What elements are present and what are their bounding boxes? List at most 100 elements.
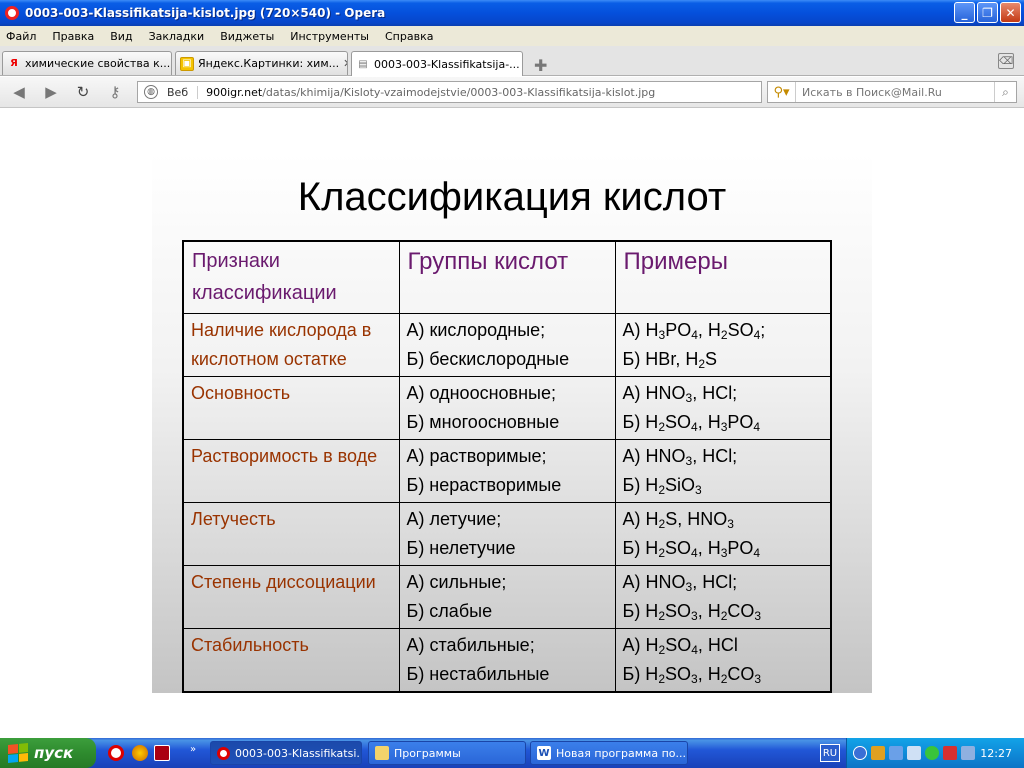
feature-cell: Летучесть	[182, 501, 400, 566]
table-row: Растворимость в воде А) растворимые; Б) н…	[182, 438, 832, 503]
close-button[interactable]: ✕	[1000, 2, 1021, 23]
window-controls: _ ❐ ✕	[954, 2, 1021, 23]
task-label: Программы	[394, 746, 461, 760]
group-a: А) стабильные;	[406, 634, 535, 655]
language-indicator[interactable]: RU	[820, 744, 840, 762]
search-input[interactable]	[802, 85, 987, 99]
task-word-document[interactable]: W Новая программа по...	[530, 741, 688, 765]
reload-icon[interactable]: ↻	[74, 83, 92, 101]
example-b: Б) H2SO3, H2CO3	[622, 663, 762, 686]
group-b: Б) нелетучие	[406, 537, 516, 558]
tray-network-icon[interactable]	[889, 746, 903, 760]
tab-close-icon[interactable]: ✕	[339, 57, 347, 70]
tab-chemical-properties[interactable]: Я химические свойства к... ✕	[2, 51, 172, 75]
tab-label: Яндекс.Картинки: хим...	[198, 57, 340, 70]
tab-bar: Я химические свойства к... ✕ ▣ Яндекс.Ка…	[0, 46, 1024, 76]
minimize-button[interactable]: _	[954, 2, 975, 23]
table-row: Летучесть А) летучие; Б) нелетучие А) H2S…	[182, 501, 832, 566]
tab-current-image[interactable]: ▤ 0003-003-Klassifikatsija-... ✕	[351, 51, 523, 76]
tray-volume-icon[interactable]	[961, 746, 975, 760]
menu-bar: Файл Правка Вид Закладки Виджеты Инструм…	[0, 26, 1024, 46]
windows-flag-icon	[8, 742, 28, 764]
globe-icon: ◍	[144, 85, 158, 99]
new-tab-button[interactable]: ✚	[534, 56, 547, 75]
feature-cell: Степень диссоциации	[182, 564, 400, 629]
example-a: А) HNO3, HCl;	[622, 382, 738, 405]
trash-icon[interactable]: ⌫	[998, 53, 1014, 69]
key-icon[interactable]: ⚷	[106, 83, 124, 101]
menu-file[interactable]: Файл	[6, 30, 36, 43]
image-icon: ▤	[358, 58, 368, 70]
table-row: Степень диссоциации А) сильные; Б) слабые…	[182, 564, 832, 629]
acid-classification-table: Признаки классификации Группы кислот При…	[182, 240, 832, 693]
example-cell: А) HNO3, HCl; Б) H2SiO3	[614, 438, 832, 503]
tray-status-icon[interactable]	[925, 746, 939, 760]
tray-network2-icon[interactable]	[907, 746, 921, 760]
table-row: Стабильность А) стабильные; Б) нестабильн…	[182, 627, 832, 692]
group-a: А) кислородные;	[406, 319, 546, 340]
address-mode-label: Веб	[167, 85, 199, 99]
feature-cell: Растворимость в воде	[182, 438, 400, 503]
url-path: /datas/khimija/Kisloty-vzaimodejstvie/00…	[262, 85, 656, 99]
start-button[interactable]: пуск	[0, 738, 96, 768]
forward-arrow-icon[interactable]: ▶	[42, 83, 60, 101]
group-cell: А) растворимые; Б) нерастворимые	[398, 438, 616, 503]
tab-label: 0003-003-Klassifikatsija-...	[374, 57, 520, 71]
menu-help[interactable]: Справка	[385, 30, 433, 43]
maximize-button[interactable]: ❐	[977, 2, 998, 23]
group-cell: А) стабильные; Б) нестабильные	[398, 627, 616, 692]
menu-edit[interactable]: Правка	[52, 30, 94, 43]
group-b: Б) слабые	[406, 600, 493, 621]
table-header-row: Признаки классификации Группы кислот При…	[182, 240, 832, 314]
opera-quicklaunch-icon[interactable]	[108, 745, 124, 761]
slide-title: Классификация кислот	[297, 175, 727, 219]
search-engine-icon[interactable]: ⚲▾	[768, 82, 796, 102]
table-row: Основность А) одноосновные; Б) многооснов…	[182, 375, 832, 440]
address-field[interactable]: ◍ Веб 900igr.net/datas/khimija/Kisloty-v…	[137, 81, 762, 103]
url-text[interactable]: 900igr.net/datas/khimija/Kisloty-vzaimod…	[206, 86, 655, 99]
group-a: А) летучие;	[406, 508, 502, 529]
window-titlebar[interactable]: 0003-003-Klassifikatsija-kislot.jpg (720…	[0, 0, 1024, 26]
tab-close-icon[interactable]: ✕	[170, 57, 171, 70]
tab-close-icon[interactable]: ✕	[520, 58, 522, 71]
feature-cell: Основность	[182, 375, 400, 440]
example-cell: А) HNO3, HCl; Б) H2SO3, H2CO3	[614, 564, 832, 629]
example-cell: А) H2SO4, HCl Б) H2SO3, H2CO3	[614, 627, 832, 692]
window-title: 0003-003-Klassifikatsija-kislot.jpg (720…	[25, 6, 386, 20]
group-cell: А) одноосновные; Б) многоосновные	[398, 375, 616, 440]
group-b: Б) многоосновные	[406, 411, 560, 432]
browser-quicklaunch-icon[interactable]	[132, 745, 148, 761]
search-icon[interactable]: ⌕	[994, 82, 1016, 102]
tray-expand-icon[interactable]	[853, 746, 867, 760]
menu-widgets[interactable]: Виджеты	[220, 30, 274, 43]
group-a: А) растворимые;	[406, 445, 547, 466]
yandex-icon: Я	[10, 58, 18, 69]
example-b: Б) H2SO4, H3PO4	[622, 537, 761, 560]
back-arrow-icon[interactable]: ◀	[10, 83, 28, 101]
menu-view[interactable]: Вид	[110, 30, 132, 43]
menu-bookmarks[interactable]: Закладки	[149, 30, 205, 43]
tray-app-icon[interactable]	[871, 746, 885, 760]
page-viewport: Классификация кислот Признаки классифика…	[0, 109, 1024, 738]
tray-antivirus-icon[interactable]	[943, 746, 957, 760]
word-icon: W	[537, 746, 551, 760]
group-cell: А) кислородные; Б) бескислородные	[398, 312, 616, 377]
search-box[interactable]: ⚲▾ ⌕	[767, 81, 1017, 103]
tab-label: химические свойства к...	[25, 57, 171, 70]
group-cell: А) сильные; Б) слабые	[398, 564, 616, 629]
group-a: А) одноосновные;	[406, 382, 556, 403]
quicklaunch-expand-icon[interactable]: »	[190, 744, 196, 755]
example-a: А) HNO3, HCl;	[622, 571, 738, 594]
header-features: Признаки классификации	[182, 240, 400, 314]
save-quicklaunch-icon[interactable]	[154, 745, 170, 761]
tab-yandex-images[interactable]: ▣ Яндекс.Картинки: хим... ✕	[175, 51, 348, 75]
feature-cell: Наличие кислорода в кислотном остатке	[182, 312, 400, 377]
menu-tools[interactable]: Инструменты	[290, 30, 369, 43]
group-b: Б) нерастворимые	[406, 474, 562, 495]
example-b: Б) HBr, H2S	[622, 348, 718, 371]
task-opera[interactable]: 0003-003-Klassifikatsi...	[210, 741, 362, 765]
taskbar: пуск » 0003-003-Klassifikatsi... Програм…	[0, 738, 1024, 768]
example-cell: А) HNO3, HCl; Б) H2SO4, H3PO4	[614, 375, 832, 440]
task-programs-folder[interactable]: Программы	[368, 741, 526, 765]
example-b: Б) H2SO3, H2CO3	[622, 600, 762, 623]
